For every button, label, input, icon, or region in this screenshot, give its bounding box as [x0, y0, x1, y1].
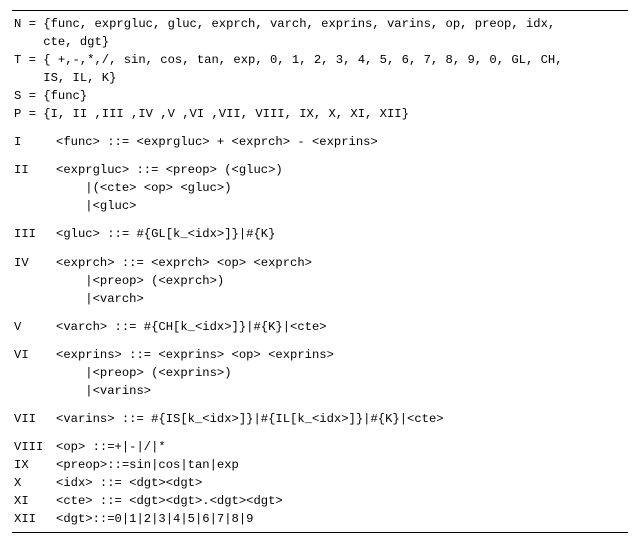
rule-body: <exprch> ::= <exprch> <op> <exprch> |<pr… [56, 254, 312, 308]
roman-label: VI [14, 346, 56, 400]
rule-I: I <func> ::= <exprgluc> + <exprch> - <ex… [14, 133, 626, 151]
roman-label: VIII [14, 438, 56, 456]
roman-label: XII [14, 510, 56, 528]
rule-body: <varins> ::= #{IS[k_<idx>]}|#{IL[k_<idx>… [56, 410, 444, 428]
rule-II: II <exprgluc> ::= <preop> (<gluc>) |(<ct… [14, 161, 626, 215]
roman-label: IX [14, 456, 56, 474]
roman-label: VII [14, 410, 56, 428]
rule-body: <exprins> ::= <exprins> <op> <exprins> |… [56, 346, 334, 400]
rule-body: <varch> ::= #{CH[k_<idx>]}|#{K}|<cte> [56, 318, 327, 336]
set-P: P = {I, II ,III ,IV ,V ,VI ,VII, VIII, I… [14, 105, 626, 123]
rule-body: <gluc> ::= #{GL[k_<idx>]}|#{K} [56, 225, 275, 243]
rule-IX: IX <preop>::=sin|cos|tan|exp [14, 456, 626, 474]
rule-X: X <idx> ::= <dgt><dgt> [14, 474, 626, 492]
rule-body: <func> ::= <exprgluc> + <exprch> - <expr… [56, 133, 378, 151]
roman-label: V [14, 318, 56, 336]
rule-body: <preop>::=sin|cos|tan|exp [56, 456, 239, 474]
roman-label: X [14, 474, 56, 492]
grammar-block: N = {func, exprgluc, gluc, exprch, varch… [12, 10, 628, 533]
rule-VIII: VIII <op> ::=+|-|/|* [14, 438, 626, 456]
rule-XI: XI <cte> ::= <dgt><dgt>.<dgt><dgt> [14, 492, 626, 510]
rule-V: V <varch> ::= #{CH[k_<idx>]}|#{K}|<cte> [14, 318, 626, 336]
rule-IV: IV <exprch> ::= <exprch> <op> <exprch> |… [14, 254, 626, 308]
roman-label: IV [14, 254, 56, 308]
rule-XII: XII <dgt>::=0|1|2|3|4|5|6|7|8|9 [14, 510, 626, 528]
rule-VI: VI <exprins> ::= <exprins> <op> <exprins… [14, 346, 626, 400]
rule-body: <cte> ::= <dgt><dgt>.<dgt><dgt> [56, 492, 283, 510]
roman-label: III [14, 225, 56, 243]
rule-III: III <gluc> ::= #{GL[k_<idx>]}|#{K} [14, 225, 626, 243]
rule-VII: VII <varins> ::= #{IS[k_<idx>]}|#{IL[k_<… [14, 410, 626, 428]
rule-body: <op> ::=+|-|/|* [56, 438, 166, 456]
set-S: S = {func} [14, 87, 626, 105]
rule-body: <dgt>::=0|1|2|3|4|5|6|7|8|9 [56, 510, 253, 528]
set-N: N = {func, exprgluc, gluc, exprch, varch… [14, 15, 626, 51]
rule-body: <exprgluc> ::= <preop> (<gluc>) |(<cte> … [56, 161, 283, 215]
roman-label: II [14, 161, 56, 215]
roman-label: I [14, 133, 56, 151]
set-T: T = { +,-,*,/, sin, cos, tan, exp, 0, 1,… [14, 51, 626, 87]
roman-label: XI [14, 492, 56, 510]
rule-body: <idx> ::= <dgt><dgt> [56, 474, 202, 492]
